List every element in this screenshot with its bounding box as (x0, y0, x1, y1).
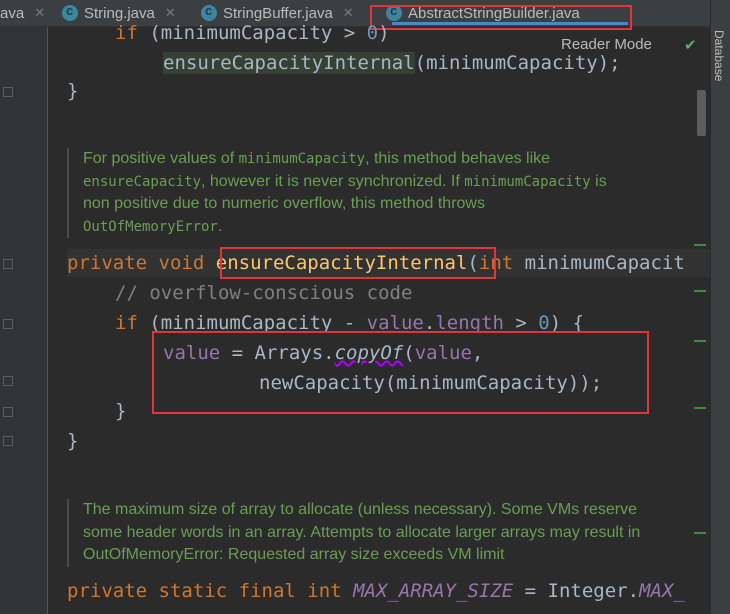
change-marker (694, 340, 706, 342)
tab-partial-java[interactable]: ava ✕ (0, 0, 45, 26)
fold-marker[interactable] (3, 259, 13, 269)
class-icon (62, 3, 78, 21)
code-line-call: ensureCapacityInternal(minimumCapacity); (163, 52, 621, 74)
change-marker (694, 290, 706, 292)
fold-marker[interactable] (3, 376, 13, 386)
fold-marker[interactable] (3, 436, 13, 446)
code-line-comment: // overflow-conscious code (115, 282, 413, 304)
scrollbar-thumb[interactable] (697, 90, 706, 136)
gutter-divider (47, 27, 48, 614)
change-marker (694, 532, 706, 534)
change-marker (694, 244, 706, 246)
code-line-close-if: } (115, 400, 127, 422)
fold-marker[interactable] (3, 319, 13, 329)
highlight-box-active-tab (370, 5, 632, 30)
code-line-close-brace: } (67, 80, 79, 102)
check-icon[interactable]: ✔ (684, 36, 697, 54)
code-line-if-capacity: if (minimumCapacity > 0) (115, 22, 390, 44)
close-icon[interactable]: ✕ (34, 6, 45, 21)
code-line-max-array-size: private static final int MAX_ARRAY_SIZE … (67, 580, 685, 602)
highlight-box-method-name (220, 247, 496, 279)
code-line-close-method: } (67, 430, 79, 452)
javadoc-max-array-size: The maximum size of array to allocate (u… (67, 499, 640, 567)
tab-label: ava (0, 4, 25, 22)
right-tool-strip (710, 0, 730, 614)
change-marker (694, 407, 706, 409)
highlight-box-copyof (152, 331, 649, 414)
javadoc-ensure-capacity: For positive values of minimumCapacity, … (67, 148, 607, 238)
fold-marker[interactable] (3, 407, 13, 417)
fold-marker[interactable] (3, 87, 13, 97)
database-panel-tab[interactable]: Database (712, 30, 726, 81)
